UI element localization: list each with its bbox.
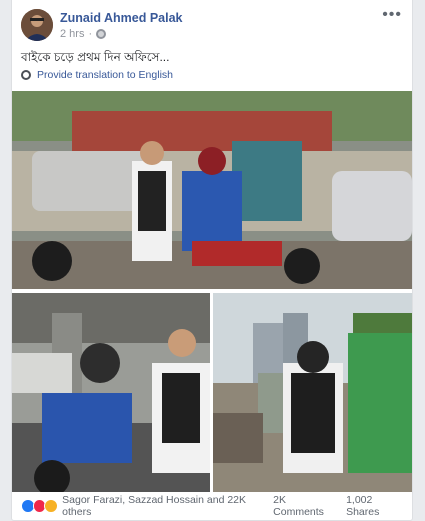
- reaction-names[interactable]: Sagor Farazi, Sazzad Hossain and 22K oth…: [62, 494, 273, 518]
- author-avatar[interactable]: [21, 9, 53, 41]
- more-options-icon[interactable]: •••: [382, 6, 402, 24]
- globe-icon[interactable]: [96, 29, 107, 39]
- post-text: বাইকে চড়ে প্রথম দিন অফিসে...: [21, 50, 170, 64]
- meta-dot: ·: [88, 28, 93, 40]
- translate-row[interactable]: Provide translation to English: [21, 69, 173, 81]
- shares-count[interactable]: 1,002 Shares: [346, 494, 407, 518]
- post-footer: Sagor Farazi, Sazzad Hossain and 22K oth…: [21, 494, 407, 518]
- translate-link[interactable]: Provide translation to English: [37, 69, 173, 81]
- gear-icon: [21, 70, 31, 80]
- post-photo-left[interactable]: [12, 293, 210, 492]
- post-photo-main[interactable]: [12, 91, 412, 289]
- comments-count[interactable]: 2K Comments: [273, 494, 338, 518]
- post-time[interactable]: 2 hrs: [60, 28, 84, 40]
- post-photo-right[interactable]: [213, 293, 412, 492]
- author-name[interactable]: Zunaid Ahmed Palak: [60, 11, 182, 25]
- post-meta: 2 hrs ·: [60, 28, 107, 40]
- post-card: Zunaid Ahmed Palak 2 hrs · ••• বাইকে চড়…: [11, 0, 413, 521]
- haha-icon[interactable]: [44, 499, 59, 513]
